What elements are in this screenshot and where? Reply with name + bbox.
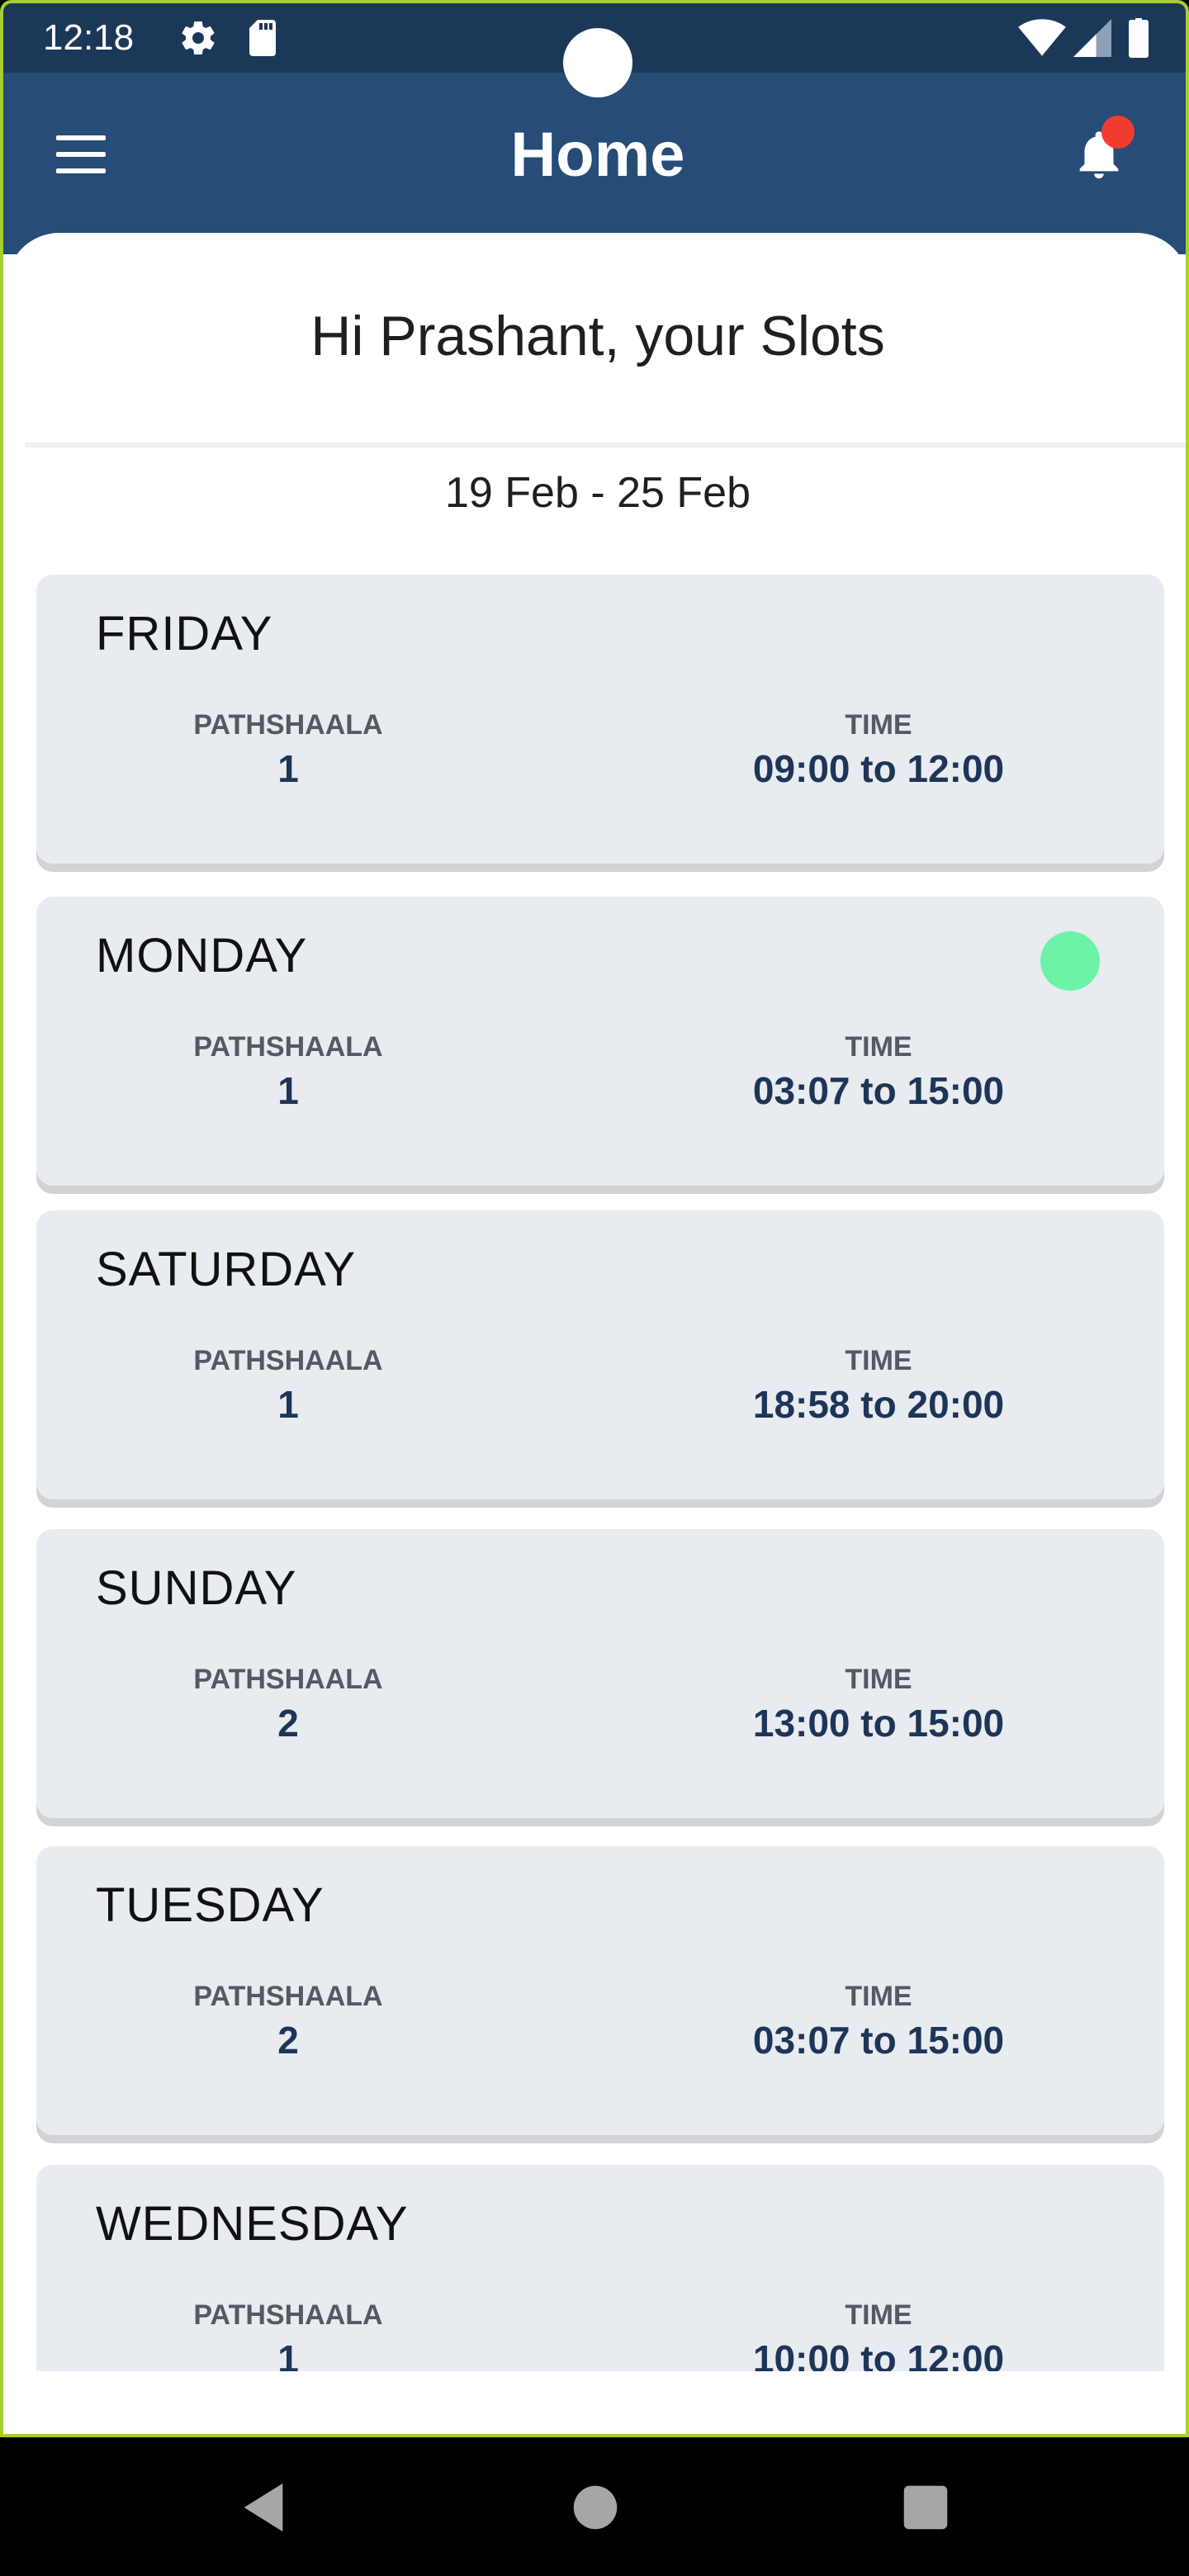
pathshaala-column: PATHSHAALA 1 [160, 2299, 416, 2371]
slots-sheet: Hi Prashant, your Slots 19 Feb - 25 Feb … [7, 233, 1186, 2434]
pathshaala-value: 2 [277, 1702, 299, 1745]
page-title: Home [510, 120, 685, 190]
slot-list[interactable]: FRIDAY PATHSHAALA 1 TIME 09:00 to 12:00 … [7, 575, 1186, 2371]
back-icon[interactable] [234, 2479, 292, 2536]
divider [25, 443, 1186, 447]
slot-day: TUESDAY [96, 1878, 324, 1932]
pathshaala-column: PATHSHAALA 2 [160, 1980, 416, 2064]
slot-day: MONDAY [96, 929, 308, 983]
notification-badge [1101, 116, 1135, 149]
pathshaala-column: PATHSHAALA 1 [160, 1030, 416, 1115]
status-time: 12:18 [43, 17, 135, 58]
time-column: TIME 13:00 to 15:00 [713, 1663, 1044, 1747]
slot-card-monday[interactable]: MONDAY PATHSHAALA 1 TIME 03:07 to 15:00 [36, 897, 1164, 1186]
slot-card-friday[interactable]: FRIDAY PATHSHAALA 1 TIME 09:00 to 12:00 [36, 575, 1164, 864]
pathshaala-column: PATHSHAALA 1 [160, 1344, 416, 1428]
slot-card-tuesday[interactable]: TUESDAY PATHSHAALA 2 TIME 03:07 to 15:00 [36, 1846, 1164, 2135]
system-nav-bar [0, 2437, 1189, 2576]
home-icon[interactable] [566, 2479, 624, 2536]
date-range: 19 Feb - 25 Feb [445, 469, 751, 517]
slot-day: SATURDAY [96, 1243, 357, 1296]
time-value: 13:00 to 15:00 [752, 1702, 1005, 1745]
time-value: 18:58 to 20:00 [752, 1383, 1005, 1426]
gear-icon [182, 21, 215, 55]
slot-card-wednesday[interactable]: WEDNESDAY PATHSHAALA 1 TIME 10:00 to 12:… [36, 2165, 1164, 2371]
time-value: 03:07 to 15:00 [752, 1069, 1005, 1112]
time-value: 09:00 to 12:00 [752, 747, 1005, 790]
slot-day: FRIDAY [96, 607, 273, 661]
pathshaala-value: 1 [277, 747, 299, 790]
wifi-icon [1018, 19, 1066, 56]
pathshaala-label: PATHSHAALA [193, 2299, 383, 2331]
time-label: TIME [845, 1664, 912, 1695]
greeting-heading: Hi Prashant, your Slots [310, 305, 885, 367]
time-column: TIME 03:07 to 15:00 [713, 1030, 1044, 1115]
time-label: TIME [845, 2299, 912, 2331]
time-value: 03:07 to 15:00 [752, 2019, 1005, 2062]
notification-button[interactable] [1068, 116, 1143, 190]
recents-icon[interactable] [897, 2479, 955, 2536]
time-label: TIME [845, 709, 912, 741]
time-value: 10:00 to 12:00 [752, 2337, 1005, 2371]
sd-card-icon [249, 20, 276, 56]
pathshaala-label: PATHSHAALA [193, 1664, 383, 1695]
time-column: TIME 10:00 to 12:00 [713, 2299, 1044, 2371]
pathshaala-label: PATHSHAALA [193, 1345, 383, 1376]
slot-day: SUNDAY [96, 1561, 297, 1615]
time-label: TIME [845, 1345, 912, 1376]
pathshaala-column: PATHSHAALA 1 [160, 708, 416, 793]
slot-day: WEDNESDAY [96, 2197, 409, 2251]
slot-card-sunday[interactable]: SUNDAY PATHSHAALA 2 TIME 13:00 to 15:00 [36, 1529, 1164, 1818]
time-column: TIME 09:00 to 12:00 [713, 708, 1044, 793]
time-column: TIME 03:07 to 15:00 [713, 1980, 1044, 2064]
device-screen: 12:18 Home Hi Prashant, your Slots 19 Fe… [0, 0, 1189, 2437]
slot-card-saturday[interactable]: SATURDAY PATHSHAALA 1 TIME 18:58 to 20:0… [36, 1210, 1164, 1499]
active-indicator [1040, 931, 1100, 991]
pathshaala-label: PATHSHAALA [193, 1031, 383, 1063]
pathshaala-label: PATHSHAALA [193, 1981, 383, 2012]
signal-icon [1073, 19, 1111, 57]
time-column: TIME 18:58 to 20:00 [713, 1344, 1044, 1428]
pathshaala-value: 1 [277, 1069, 299, 1112]
battery-icon [1129, 18, 1149, 58]
pathshaala-value: 2 [277, 2019, 299, 2062]
pathshaala-label: PATHSHAALA [193, 709, 383, 741]
time-label: TIME [845, 1981, 912, 2012]
pathshaala-value: 1 [277, 1383, 299, 1426]
pathshaala-value: 1 [277, 2337, 299, 2371]
time-label: TIME [845, 1031, 912, 1063]
camera-cutout [563, 28, 632, 97]
pathshaala-column: PATHSHAALA 2 [160, 1663, 416, 1747]
app-bar: Home [3, 73, 1186, 254]
